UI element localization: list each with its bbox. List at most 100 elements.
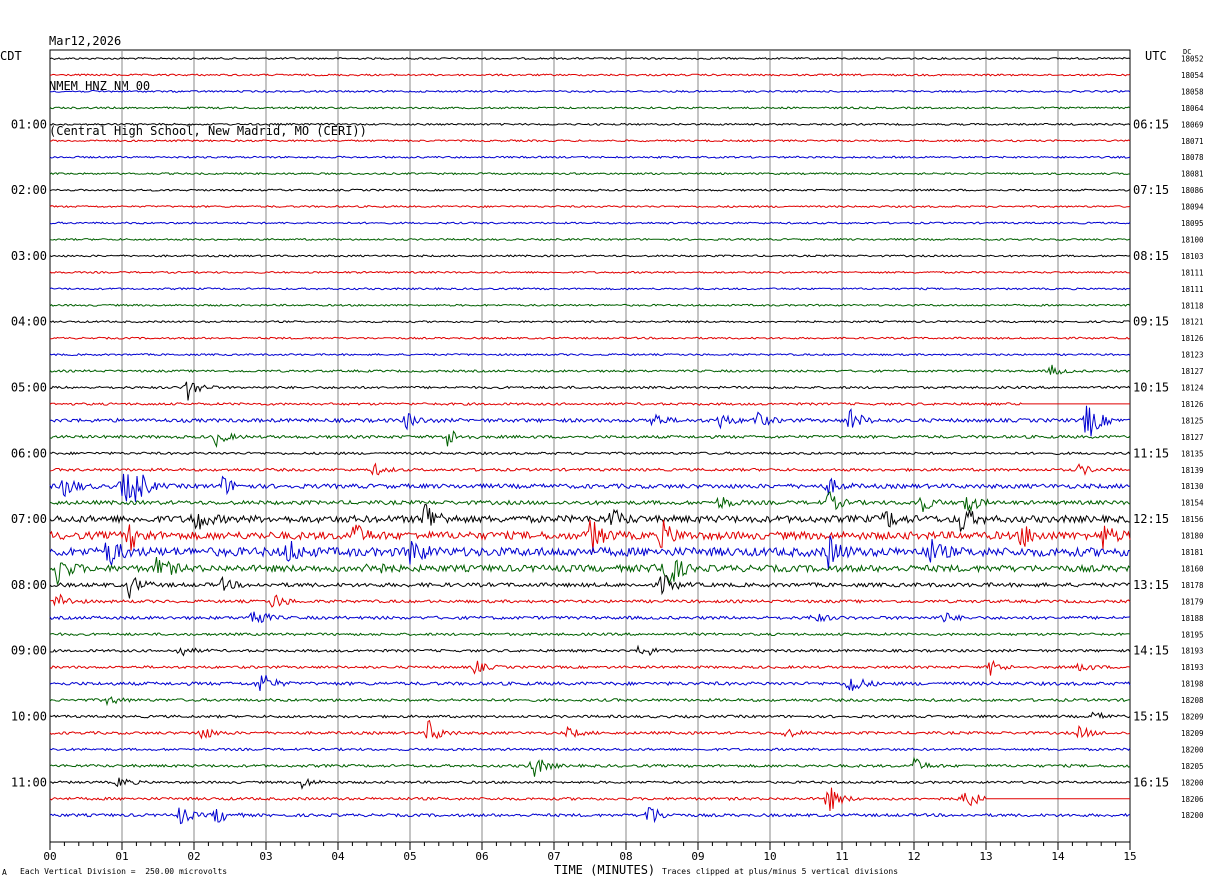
dc-offset-label: 18200 [1181,811,1204,820]
trace-line [49,402,1130,406]
x-tick-label: 13 [979,850,992,863]
left-hour-label: 08:00 [11,578,47,592]
trace-line [49,405,1131,437]
dc-offset-label: 18126 [1181,400,1204,409]
trace-line [49,777,1131,790]
trace-line [49,462,1131,476]
clip-note: Traces clipped at plus/minus 5 vertical … [662,867,899,876]
right-hour-label: 14:15 [1133,644,1169,658]
left-hour-label: 06:00 [11,446,47,460]
right-hour-label: 07:15 [1133,183,1169,197]
left-hour-label: 04:00 [11,315,47,329]
dc-offset-label: 18180 [1181,532,1204,541]
dc-offset-label: 18139 [1181,466,1204,475]
dc-offset-label: 18154 [1181,499,1204,508]
dc-offset-label: 18111 [1181,285,1204,294]
trace-line [49,221,1131,225]
x-tick-label: 11 [835,850,848,863]
trace-line [49,430,1131,449]
dc-offset-label: 18160 [1181,564,1204,573]
right-hour-label: 08:15 [1133,249,1169,263]
left-hour-label: 03:00 [11,249,47,263]
trace-line [50,89,1131,93]
trace-line [49,519,1131,552]
dc-offset-label: 18198 [1181,680,1204,689]
seismogram-plot: 00 01 02 03 04 05 06 07 08 09 10 11 12 13 14 15 18052 180… [11,49,1204,864]
trace-line [49,287,1131,291]
dc-offset-label: 18208 [1181,696,1204,705]
trace-line [49,56,1131,61]
dc-offset-label: 18100 [1181,235,1204,244]
trace-line [49,593,1131,608]
trace-line [49,535,1131,571]
x-tick-label: 09 [691,850,704,863]
scale-note: Each Vertical Division = 250.00 microvol… [20,867,228,876]
right-hour-label: 11:15 [1133,446,1169,460]
trace-line [49,139,1131,143]
dc-offset-label: 18069 [1181,120,1204,129]
right-hour-label: 06:15 [1133,117,1169,131]
trace-line [49,747,1131,752]
right-hour-label: 09:15 [1133,315,1169,329]
dc-offset-label: 18081 [1181,170,1204,179]
x-tick-label: 05 [403,850,416,863]
dc-offset-label: 18156 [1181,515,1204,524]
trace-line [49,172,1131,176]
dc-offset-label: 18123 [1181,351,1204,360]
dc-offset-label: 18200 [1181,745,1204,754]
trace-line [49,644,1131,657]
plot-frame [49,49,1131,843]
right-hour-label: 10:15 [1133,381,1169,395]
x-tick-label: 12 [907,850,920,863]
trace-line [49,451,1131,456]
left-hour-label: 10:00 [11,710,47,724]
trace-line [49,807,1131,825]
x-tick-label: 00 [43,850,56,863]
corner-mark: A [2,868,7,877]
dc-offset-label: 18054 [1181,71,1204,80]
traces [49,56,1131,825]
x-tick-label: 03 [259,850,272,863]
trace-line [49,336,1131,340]
trace-line [49,270,1131,274]
right-hour-label: 13:15 [1133,578,1169,592]
dc-offset-label: 18188 [1181,614,1204,623]
left-hour-label: 02:00 [11,183,47,197]
dc-offset-label: 18193 [1181,647,1204,656]
dc-offset-label: 18126 [1181,334,1204,343]
trace-line [49,611,1131,624]
x-tick-label: 06 [475,850,488,863]
dc-offset-label: 18086 [1181,186,1204,195]
x-axis-title: TIME (MINUTES) [554,863,656,877]
right-hour-label: 12:15 [1133,512,1169,526]
dc-offset-label: 18078 [1181,153,1204,162]
dc-offset-label: 18071 [1181,137,1204,146]
dc-offset-label: 18179 [1181,597,1204,606]
dc-offset-label: 18121 [1181,318,1204,327]
dc-offset-label: 18205 [1181,762,1204,771]
x-tick-label: 02 [187,850,200,863]
left-hour-label: 09:00 [11,644,47,658]
x-tick-label: 15 [1123,850,1136,863]
dc-offset-label: 18064 [1181,104,1204,113]
dc-offset-label: 18130 [1181,482,1204,491]
dc-offset-label: 18058 [1181,87,1204,96]
dc-offset-label: 18118 [1181,301,1204,310]
left-hour-label: 05:00 [11,381,47,395]
trace-line [49,303,1131,307]
x-tick-label: 14 [1051,850,1065,863]
trace-line [49,473,1131,502]
dc-offset-label: 18195 [1181,630,1204,639]
axis-labels: 00 01 02 03 04 05 06 07 08 09 10 11 12 13 14 15 18052 180… [11,55,1204,864]
trace-line [49,237,1131,242]
dc-offset-label: 18127 [1181,433,1204,442]
right-hour-label: 16:15 [1133,775,1169,789]
dc-offset-label: 18193 [1181,663,1204,672]
dc-offset-label: 18178 [1181,581,1204,590]
trace-line [49,756,1131,777]
dc-offset-label: 18125 [1181,416,1204,425]
trace-line [49,719,1131,740]
trace-line [49,575,1131,599]
x-tick-label: 04 [331,850,345,863]
left-hour-label: 11:00 [11,775,47,789]
